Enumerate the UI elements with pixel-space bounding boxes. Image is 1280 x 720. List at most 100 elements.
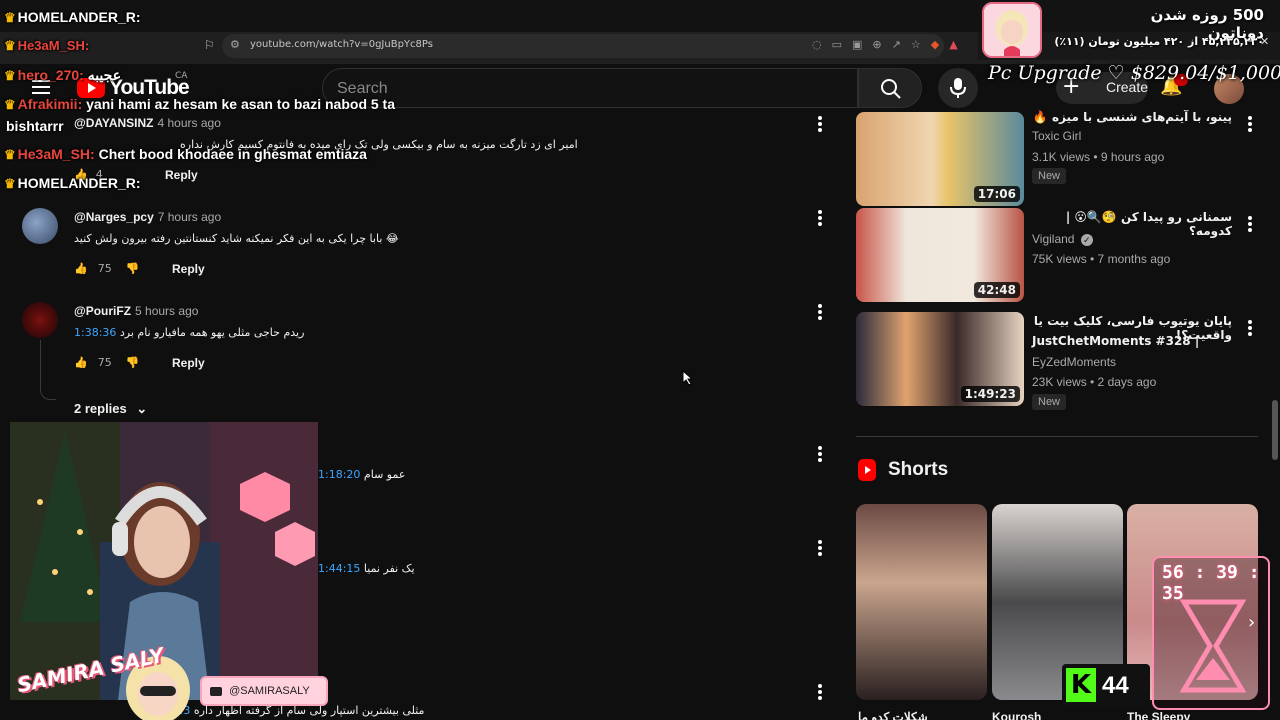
chat-message: ♛ Afrakimii: yani hami az hesam ke asan t… — [4, 96, 395, 113]
like-icon[interactable]: 👍 — [74, 262, 88, 275]
crown-icon: ♛ — [4, 147, 16, 162]
streamer-avatar — [982, 2, 1042, 58]
crown-icon: ♛ — [4, 10, 16, 25]
comment-avatar[interactable] — [22, 302, 58, 338]
video-thumbnail[interactable]: 42:48 — [856, 208, 1024, 302]
more-actions-icon[interactable] — [1248, 216, 1252, 234]
short-title[interactable]: The Sleepy — [1127, 710, 1190, 720]
reply-button[interactable]: Reply — [165, 168, 198, 182]
more-actions-icon[interactable] — [818, 684, 822, 702]
star-icon[interactable]: ☆ — [911, 38, 921, 51]
comment-time[interactable]: 5 hours ago — [135, 304, 198, 318]
channel-name[interactable]: EyZedMoments — [1032, 355, 1116, 369]
country-code: CA — [175, 71, 188, 81]
mouse-cursor-icon — [682, 370, 694, 386]
search-button[interactable] — [858, 68, 922, 108]
dislike-icon[interactable]: 👎 — [126, 356, 140, 369]
page-scrollbar[interactable] — [1272, 400, 1278, 460]
rewards-icon[interactable]: ▲ — [949, 38, 957, 51]
short-title[interactable]: شکلات کدو ما — [858, 710, 928, 720]
zoom-icon[interactable]: ⊕ — [872, 38, 881, 51]
video-duration: 42:48 — [973, 282, 1020, 298]
section-divider — [856, 436, 1258, 437]
comment-time[interactable]: 4 hours ago — [158, 116, 221, 130]
kick-logo-icon: K — [1066, 668, 1096, 702]
verified-icon: ✓ — [1080, 234, 1093, 246]
replies-toggle[interactable]: 2 replies ⌄ — [74, 401, 147, 417]
channel-label[interactable]: Vigiland — [1032, 232, 1074, 246]
more-actions-icon[interactable] — [818, 210, 822, 228]
share-icon[interactable]: ↗ — [892, 38, 901, 51]
video-thumbnail[interactable]: 17:06 — [856, 112, 1024, 206]
video-duration: 1:49:23 — [960, 386, 1020, 402]
chat-text: yani hami az hesam ke asan to bazi nabod… — [86, 96, 396, 112]
short-title[interactable]: Kourosh — [992, 710, 1041, 720]
cartoon-avatar-icon — [984, 4, 1040, 56]
video-meta: 23K views • 2 days ago — [1032, 375, 1157, 389]
timestamp-link[interactable]: 1:44:15 — [318, 562, 360, 575]
video-meta: 3.1K views • 9 hours ago — [1032, 150, 1165, 164]
voice-search-button[interactable] — [938, 68, 978, 108]
pip-icon[interactable]: ▣ — [852, 38, 862, 51]
chat-username: He3aM_SH: — [17, 146, 95, 162]
comment-author-name[interactable]: @PouriFZ — [74, 304, 131, 318]
chat-message: ♛ hero_270: عجیبه — [4, 67, 121, 84]
video-meta: 75K views • 7 months ago — [1032, 252, 1171, 266]
url-text[interactable]: youtube.com/watch?v=0gJuBpYc8Ps — [250, 39, 433, 50]
like-icon[interactable]: 👍 — [74, 356, 88, 369]
close-icon[interactable]: ✕ — [1260, 35, 1269, 48]
chevron-right-icon[interactable]: › — [1248, 612, 1255, 633]
video-title[interactable]: پینو، با آیتم‌های شنسی با میزه 🔥 — [1032, 110, 1232, 124]
chevron-down-icon[interactable]: ⌄ — [136, 401, 147, 416]
video-duration: 17:06 — [973, 186, 1020, 202]
upgrade-goal-text: Pc Upgrade ♡ $829.04/$1,000 — [988, 62, 1280, 84]
shorts-heading: Shorts — [888, 459, 949, 480]
like-count: 75 — [97, 356, 112, 369]
crown-icon: ♛ — [4, 68, 16, 83]
bookmark-icon[interactable]: ⚐ — [204, 38, 215, 52]
more-actions-icon[interactable] — [818, 116, 822, 134]
timestamp-link[interactable]: 1:18:20 — [318, 468, 360, 481]
cast-icon[interactable]: ▭ — [832, 38, 842, 51]
crown-icon: ♛ — [4, 38, 16, 53]
video-title-line2[interactable]: JustChetMoments #328 | — [1032, 334, 1232, 348]
replies-toggle-label[interactable]: 2 replies — [74, 401, 127, 416]
comment-author[interactable]: @DAYANSINZ 4 hours ago — [74, 116, 221, 130]
crown-icon: ♛ — [4, 176, 16, 191]
eye-off-icon[interactable]: ◌ — [812, 38, 822, 51]
comment-author-name[interactable]: @Narges_pcy — [74, 210, 154, 224]
timer-text: 56 : 39 : 35 — [1162, 562, 1260, 604]
reply-button[interactable]: Reply — [172, 262, 205, 276]
more-actions-icon[interactable] — [818, 304, 822, 322]
video-thumbnail[interactable]: 1:49:23 — [856, 312, 1024, 406]
comment-body: عمو سام — [363, 468, 406, 481]
extension-icons: ◌ ▭ ▣ ⊕ ↗ ☆ ◆ ▲ — [812, 38, 958, 51]
chat-username: hero_270: — [17, 67, 84, 83]
channel-name[interactable]: Toxic Girl — [1032, 129, 1081, 143]
chat-text: عجیبه — [87, 67, 122, 83]
channel-name[interactable]: Vigiland ✓ — [1032, 232, 1093, 246]
short-thumbnail[interactable] — [856, 504, 987, 700]
chat-message: ♛ He3aM_SH: — [4, 38, 89, 54]
comment-avatar[interactable] — [22, 208, 58, 244]
comment-author[interactable]: @PouriFZ 5 hours ago — [74, 304, 198, 318]
thread-connector — [40, 340, 56, 400]
more-actions-icon[interactable] — [818, 540, 822, 558]
search-input[interactable] — [337, 78, 837, 100]
timestamp-link[interactable]: 1:38:36 — [74, 326, 116, 339]
more-actions-icon[interactable] — [1248, 116, 1252, 134]
comment-author[interactable]: @Narges_pcy 7 hours ago — [74, 210, 221, 224]
hourglass-icon — [1179, 599, 1247, 693]
reply-button[interactable]: Reply — [172, 356, 205, 370]
comment-author-name[interactable]: @DAYANSINZ — [74, 116, 154, 130]
comment-body: یک نفر نمیا — [363, 562, 415, 575]
brave-shield-icon[interactable]: ◆ — [931, 38, 939, 51]
new-badge: New — [1032, 394, 1067, 410]
dislike-icon[interactable]: 👎 — [126, 262, 140, 275]
chat-username: HOMELANDER_R: — [17, 175, 141, 191]
site-info-icon[interactable]: ⚙ — [230, 38, 240, 51]
more-actions-icon[interactable] — [818, 446, 822, 464]
social-handle-text: @SAMIRASALY — [229, 685, 310, 697]
comment-time[interactable]: 7 hours ago — [158, 210, 221, 224]
more-actions-icon[interactable] — [1248, 320, 1252, 338]
